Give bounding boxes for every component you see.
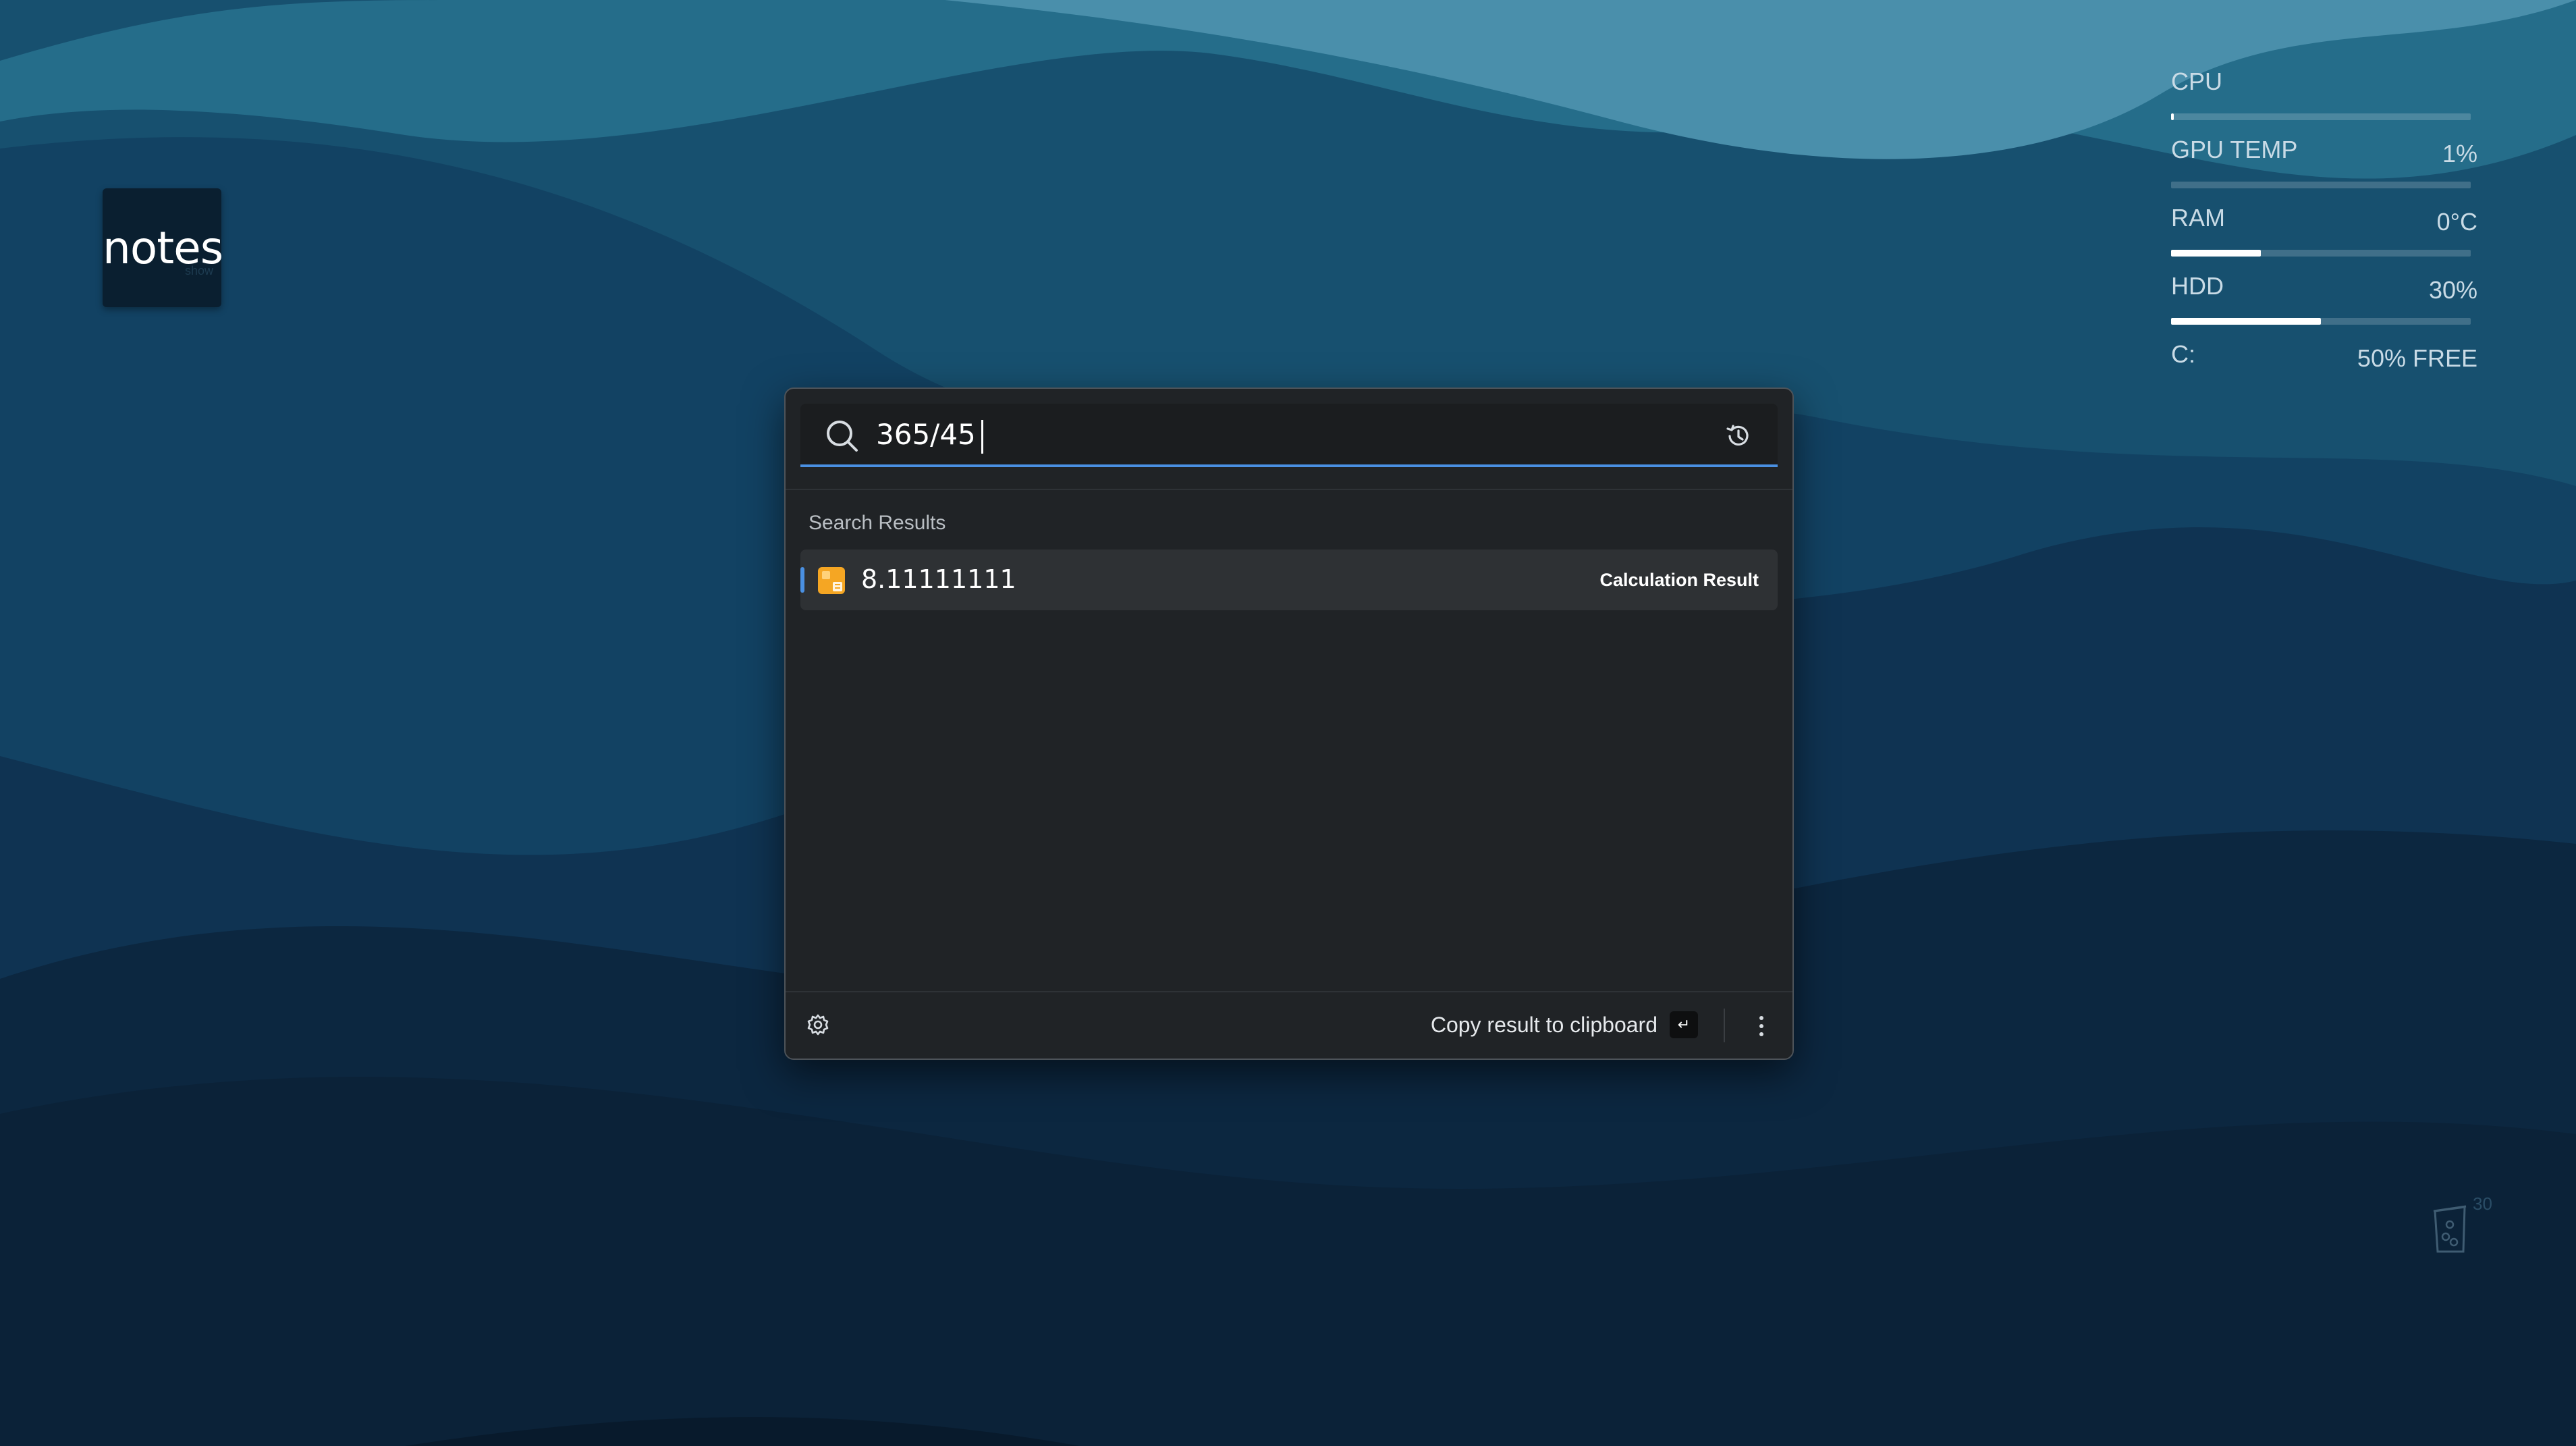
results-heading: Search Results (809, 512, 946, 534)
recycle-bin-icon[interactable] (2430, 1202, 2470, 1256)
search-input[interactable] (876, 410, 1686, 458)
monitor-label: CPU (2171, 68, 2223, 95)
notes-shortcut-icon[interactable]: notes show (103, 188, 223, 307)
more-options-icon[interactable] (1756, 1014, 1767, 1038)
disk-value: 50% FREE (2357, 344, 2477, 372)
search-icon (827, 421, 858, 452)
result-value: 8.11111111 (861, 564, 1016, 594)
monitor-bar (2171, 318, 2471, 325)
history-icon[interactable] (1724, 421, 1753, 451)
monitor-row-ram: RAM 0°C (2170, 198, 2480, 267)
monitor-bar (2171, 250, 2471, 257)
system-monitor-widget: CPU GPU TEMP 1% RAM 0°C HDD 30% C: 50% F… (2170, 62, 2480, 375)
primary-action-label[interactable]: Copy result to clipboard (1431, 1013, 1657, 1038)
gear-icon[interactable] (806, 1013, 830, 1037)
launcher-window: Search Results 8.11111111 Calculation Re… (784, 387, 1794, 1060)
result-item-calculation[interactable]: 8.11111111 Calculation Result (800, 550, 1778, 610)
monitor-label: RAM (2171, 204, 2225, 232)
shortcut-subtitle: show (184, 264, 213, 277)
monitor-row-gpu-temp: GPU TEMP 1% (2170, 130, 2480, 198)
monitor-value: 1% (2442, 140, 2477, 167)
monitor-bar-fill (2171, 113, 2174, 120)
monitor-value: 30% (2428, 276, 2477, 304)
selection-indicator (800, 567, 804, 593)
disk-label: C: (2171, 340, 2195, 368)
enter-key-icon: ↵ (1670, 1011, 1698, 1038)
monitor-bar (2171, 113, 2471, 120)
recycle-bin-count: 30 (2473, 1194, 2492, 1214)
divider (786, 489, 1792, 490)
search-box (800, 404, 1778, 467)
monitor-bar-fill (2171, 318, 2321, 325)
footer-divider (1724, 1009, 1725, 1042)
monitor-row-disk: C: 50% FREE (2170, 335, 2480, 375)
desktop: notes show CPU GPU TEMP 1% RAM 0°C HDD 3… (0, 0, 2576, 1446)
result-type-label: Calculation Result (1599, 570, 1759, 590)
monitor-label: GPU TEMP (2171, 136, 2298, 163)
launcher-footer: Copy result to clipboard ↵ (786, 991, 1792, 1059)
monitor-bar (2171, 182, 2471, 188)
monitor-value: 0°C (2436, 208, 2477, 236)
monitor-bar-fill (2171, 250, 2262, 257)
monitor-row-cpu: CPU (2170, 62, 2480, 130)
text-caret (981, 420, 983, 454)
monitor-label: HDD (2171, 272, 2224, 300)
calculator-icon (818, 567, 845, 594)
monitor-row-hdd: HDD 30% (2170, 267, 2480, 335)
